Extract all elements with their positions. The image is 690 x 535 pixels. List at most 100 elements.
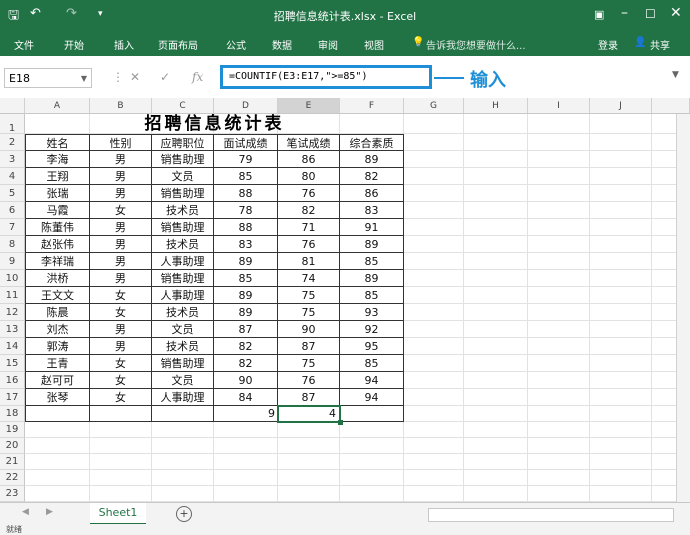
data-cell[interactable]: 男: [90, 151, 152, 168]
data-cell[interactable]: 人事助理: [152, 253, 214, 270]
column-header-a[interactable]: A: [25, 98, 90, 114]
row-header[interactable]: 19: [0, 422, 25, 438]
vertical-scrollbar[interactable]: [676, 114, 690, 502]
row18-cell[interactable]: [90, 406, 152, 422]
tab-insert[interactable]: 插入: [114, 37, 134, 52]
data-cell[interactable]: 技术员: [152, 338, 214, 355]
row-header[interactable]: 22: [0, 470, 25, 486]
data-cell[interactable]: 销售助理: [152, 270, 214, 287]
share-button[interactable]: 共享: [650, 37, 670, 52]
data-cell[interactable]: 94: [340, 372, 404, 389]
data-cell[interactable]: 女: [90, 389, 152, 406]
data-cell[interactable]: 文员: [152, 372, 214, 389]
column-header-h[interactable]: H: [464, 98, 528, 114]
data-cell[interactable]: 男: [90, 253, 152, 270]
data-cell[interactable]: 83: [340, 202, 404, 219]
row-header[interactable]: 14: [0, 338, 25, 355]
row-header[interactable]: 9: [0, 253, 25, 270]
row-header[interactable]: 11: [0, 287, 25, 304]
data-cell[interactable]: 81: [278, 253, 340, 270]
data-cell[interactable]: 技术员: [152, 202, 214, 219]
tab-sheet1[interactable]: Sheet1: [90, 503, 146, 525]
data-cell[interactable]: 79: [214, 151, 278, 168]
fill-handle[interactable]: [338, 420, 343, 425]
data-cell[interactable]: 75: [278, 304, 340, 321]
column-header-j[interactable]: J: [590, 98, 652, 114]
column-header-f[interactable]: F: [340, 98, 404, 114]
data-cell[interactable]: 赵张伟: [25, 236, 90, 253]
data-cell[interactable]: 71: [278, 219, 340, 236]
data-cell[interactable]: 女: [90, 202, 152, 219]
cell-d18[interactable]: 9: [214, 406, 275, 422]
data-cell[interactable]: 89: [340, 151, 404, 168]
row-header[interactable]: 6: [0, 202, 25, 219]
tab-review[interactable]: 审阅: [318, 37, 338, 52]
data-cell[interactable]: 85: [340, 253, 404, 270]
column-header-g[interactable]: G: [404, 98, 464, 114]
data-cell[interactable]: 95: [340, 338, 404, 355]
data-cell[interactable]: 女: [90, 355, 152, 372]
data-cell[interactable]: 87: [278, 389, 340, 406]
insert-function-icon[interactable]: fx: [192, 70, 203, 84]
row-header[interactable]: 16: [0, 372, 25, 389]
data-cell[interactable]: 赵可可: [25, 372, 90, 389]
select-all-corner[interactable]: [0, 98, 25, 114]
data-cell[interactable]: 女: [90, 287, 152, 304]
column-header-c[interactable]: C: [152, 98, 214, 114]
ribbon-display-icon[interactable]: ▣: [594, 8, 604, 21]
data-cell[interactable]: 91: [340, 219, 404, 236]
row-header[interactable]: 15: [0, 355, 25, 372]
tab-page-layout[interactable]: 页面布局: [158, 37, 198, 52]
header-cell[interactable]: 姓名: [25, 134, 90, 151]
data-cell[interactable]: 男: [90, 338, 152, 355]
data-cell[interactable]: 销售助理: [152, 151, 214, 168]
data-cell[interactable]: 89: [340, 270, 404, 287]
data-cell[interactable]: 张瑞: [25, 185, 90, 202]
data-cell[interactable]: 郭涛: [25, 338, 90, 355]
row-header[interactable]: 20: [0, 438, 25, 454]
data-cell[interactable]: 89: [214, 287, 278, 304]
enter-icon[interactable]: ✓: [160, 70, 170, 84]
tab-formulas[interactable]: 公式: [226, 37, 246, 52]
data-cell[interactable]: 82: [278, 202, 340, 219]
data-cell[interactable]: 销售助理: [152, 185, 214, 202]
next-sheet-icon[interactable]: ▶: [46, 507, 53, 517]
data-cell[interactable]: 张琴: [25, 389, 90, 406]
data-cell[interactable]: 陈董伟: [25, 219, 90, 236]
data-cell[interactable]: 李海: [25, 151, 90, 168]
row-header[interactable]: 3: [0, 151, 25, 168]
data-cell[interactable]: 人事助理: [152, 287, 214, 304]
data-cell[interactable]: 87: [278, 338, 340, 355]
row-header[interactable]: 5: [0, 185, 25, 202]
row18-cell[interactable]: [152, 406, 214, 422]
header-cell[interactable]: 综合素质: [340, 134, 404, 151]
sign-in-link[interactable]: 登录: [598, 37, 618, 52]
data-cell[interactable]: 74: [278, 270, 340, 287]
data-cell[interactable]: 马霞: [25, 202, 90, 219]
row-header[interactable]: 1: [0, 114, 25, 134]
data-cell[interactable]: 85: [214, 168, 278, 185]
data-cell[interactable]: 88: [214, 219, 278, 236]
data-cell[interactable]: 销售助理: [152, 219, 214, 236]
row-header[interactable]: 17: [0, 389, 25, 406]
data-cell[interactable]: 87: [214, 321, 278, 338]
data-cell[interactable]: 90: [214, 372, 278, 389]
horizontal-scrollbar[interactable]: [428, 508, 674, 522]
row-header[interactable]: 7: [0, 219, 25, 236]
formula-input[interactable]: =COUNTIF(E3:E17,">=85"): [220, 65, 432, 89]
data-cell[interactable]: 刘杰: [25, 321, 90, 338]
row18-cell[interactable]: [340, 406, 404, 422]
row18-cell[interactable]: [25, 406, 90, 422]
column-header-k[interactable]: [652, 98, 690, 114]
data-cell[interactable]: 84: [214, 389, 278, 406]
data-cell[interactable]: 83: [214, 236, 278, 253]
prev-sheet-icon[interactable]: ◀: [22, 507, 29, 517]
data-cell[interactable]: 男: [90, 321, 152, 338]
data-cell[interactable]: 85: [340, 287, 404, 304]
name-box[interactable]: E18 ▼: [4, 68, 92, 88]
data-cell[interactable]: 76: [278, 236, 340, 253]
data-cell[interactable]: 男: [90, 270, 152, 287]
data-cell[interactable]: 82: [340, 168, 404, 185]
data-cell[interactable]: 85: [340, 355, 404, 372]
maximize-icon[interactable]: ☐: [645, 7, 656, 21]
